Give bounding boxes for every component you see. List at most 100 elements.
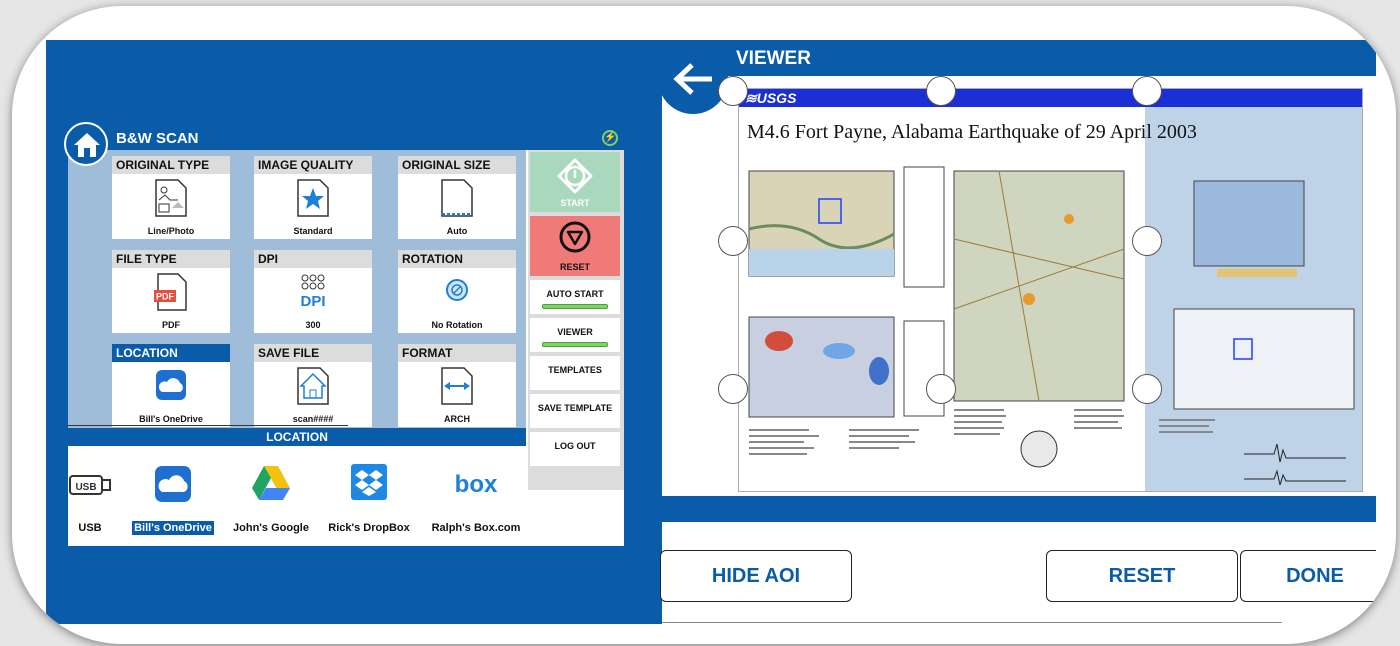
aoi-handle-bottom-mid[interactable]	[926, 374, 956, 404]
aoi-handle-top-left[interactable]	[718, 76, 748, 106]
home-button[interactable]	[64, 122, 108, 166]
scanned-document-preview: ≋USGS M4.6 Fort Payne, Alabama Earthquak…	[738, 88, 1363, 492]
tile-dpi[interactable]: DPI DPI 300	[254, 250, 372, 333]
tile-original-size[interactable]: ORIGINAL SIZE Auto	[398, 156, 516, 239]
divider	[662, 622, 1282, 623]
usb-icon: USB	[69, 475, 111, 495]
tile-value: No Rotation	[431, 320, 483, 330]
templates-button[interactable]: TEMPLATES	[530, 356, 620, 390]
onedrive-icon	[155, 466, 191, 502]
aoi-handle-left-bottom[interactable]	[718, 374, 748, 404]
viewer-reset-button[interactable]: RESET	[1046, 550, 1238, 602]
tile-value: scan####	[292, 414, 334, 424]
tile-file-type[interactable]: FILE TYPE PDF PDF	[112, 250, 230, 333]
location-name-selected: Bill's OneDrive	[132, 521, 214, 535]
tile-value: Line/Photo	[147, 226, 195, 236]
dpi-icon: DPI	[300, 274, 326, 310]
location-box[interactable]: box Ralph's Box.com	[428, 452, 524, 542]
star-icon	[297, 179, 329, 217]
tile-save-file[interactable]: SAVE FILE scan####	[254, 344, 372, 427]
viewer-indicator	[542, 342, 608, 347]
eco-mode-icon: ⚡	[602, 130, 618, 146]
auto-start-label: AUTO START	[546, 289, 604, 299]
tile-image-quality[interactable]: IMAGE QUALITY Standard	[254, 156, 372, 239]
tile-original-type[interactable]: ORIGINAL TYPE Line/Photo	[112, 156, 230, 239]
location-dropbox[interactable]: Rick's DropBox	[326, 452, 412, 542]
start-icon	[557, 158, 593, 194]
background: B&W SCAN ⚡ ORIGINAL TYPE Line/Photo IMAG…	[0, 0, 1400, 646]
tile-format[interactable]: FORMAT ARCH	[398, 344, 516, 427]
viewer-label: VIEWER	[557, 327, 593, 337]
back-arrow-icon	[673, 63, 712, 95]
log-out-label: LOG OUT	[554, 441, 596, 451]
location-onedrive[interactable]: Bill's OneDrive	[130, 452, 216, 542]
reset-scan-button[interactable]: RESET	[530, 216, 620, 276]
location-name: USB	[78, 522, 102, 534]
screen: B&W SCAN ⚡ ORIGINAL TYPE Line/Photo IMAG…	[46, 40, 1376, 624]
scan-panel: B&W SCAN ⚡ ORIGINAL TYPE Line/Photo IMAG…	[64, 122, 624, 546]
location-bar: LOCATION	[68, 428, 526, 446]
rotation-icon	[446, 279, 468, 301]
pdf-icon-text: PDF	[156, 292, 175, 302]
scan-title: B&W SCAN	[116, 130, 199, 147]
map-backbone-stations	[1173, 308, 1355, 410]
tile-value: Auto	[446, 226, 468, 236]
pdf-file-icon: PDF	[154, 273, 187, 311]
location-name: John's Google	[233, 522, 309, 534]
document-figures	[748, 166, 1355, 486]
aoi-handle-right-top[interactable]	[1132, 226, 1162, 256]
reset-label: RESET	[559, 262, 590, 272]
start-button[interactable]: START	[530, 152, 620, 212]
tile-location[interactable]: LOCATION Bill's OneDrive	[112, 344, 230, 427]
device-bezel: B&W SCAN ⚡ ORIGINAL TYPE Line/Photo IMAG…	[12, 6, 1396, 644]
viewer-button[interactable]: VIEWER	[530, 318, 620, 352]
tile-label: FILE TYPE	[112, 250, 230, 268]
aoi-handle-right-bottom[interactable]	[1132, 374, 1162, 404]
log-out-button[interactable]: LOG OUT	[530, 432, 620, 466]
home-icon	[74, 133, 100, 157]
save-template-button[interactable]: SAVE TEMPLATE	[530, 394, 620, 428]
tile-label: ORIGINAL TYPE	[112, 156, 230, 174]
tile-label: ROTATION	[398, 250, 516, 268]
dpi-icon-text: DPI	[300, 293, 325, 310]
auto-start-indicator	[542, 304, 608, 309]
dropbox-icon	[351, 464, 387, 500]
action-column: START RESET AUTO START VIEWER TEMPLATES	[528, 150, 624, 490]
location-usb[interactable]: USB USB	[68, 452, 112, 542]
hide-aoi-button[interactable]: HIDE AOI	[660, 550, 852, 602]
tile-rotation[interactable]: ROTATION No Rotation	[398, 250, 516, 333]
done-button[interactable]: DONE	[1240, 550, 1376, 602]
box-icon-text: box	[455, 471, 498, 498]
page-size-icon	[441, 179, 473, 217]
save-file-icon	[297, 367, 329, 405]
reset-icon	[559, 221, 591, 253]
tile-label: LOCATION	[112, 344, 230, 362]
usb-icon-text: USB	[75, 482, 96, 493]
tile-value: 300	[305, 320, 321, 330]
tile-value: ARCH	[444, 414, 470, 424]
scan-header: B&W SCAN ⚡	[68, 128, 624, 150]
aoi-handle-top-right[interactable]	[1132, 76, 1162, 106]
tile-value: Bill's OneDrive	[139, 414, 203, 424]
viewer-footer-bar	[662, 496, 1376, 522]
location-name: Rick's DropBox	[328, 522, 410, 534]
tile-value: Standard	[293, 226, 333, 236]
aoi-handle-top-mid[interactable]	[926, 76, 956, 106]
back-button[interactable]	[658, 44, 728, 114]
save-template-label: SAVE TEMPLATE	[537, 403, 613, 413]
aoi-handle-left-top[interactable]	[718, 226, 748, 256]
location-google-drive[interactable]: John's Google	[228, 452, 314, 542]
settings-grid: ORIGINAL TYPE Line/Photo IMAGE QUALITY S…	[68, 150, 526, 428]
start-label: START	[560, 198, 590, 208]
tile-label: FORMAT	[398, 344, 516, 362]
auto-start-button[interactable]: AUTO START	[530, 280, 620, 314]
tile-label: SAVE FILE	[254, 344, 372, 362]
tile-value: PDF	[162, 320, 180, 330]
location-name: Ralph's Box.com	[431, 522, 521, 534]
box-icon: box	[455, 471, 498, 498]
tile-label: ORIGINAL SIZE	[398, 156, 516, 174]
divider	[68, 425, 348, 426]
format-arrows-icon	[441, 367, 473, 405]
map-epicentral-area	[953, 170, 1125, 402]
tile-label: DPI	[254, 250, 372, 268]
